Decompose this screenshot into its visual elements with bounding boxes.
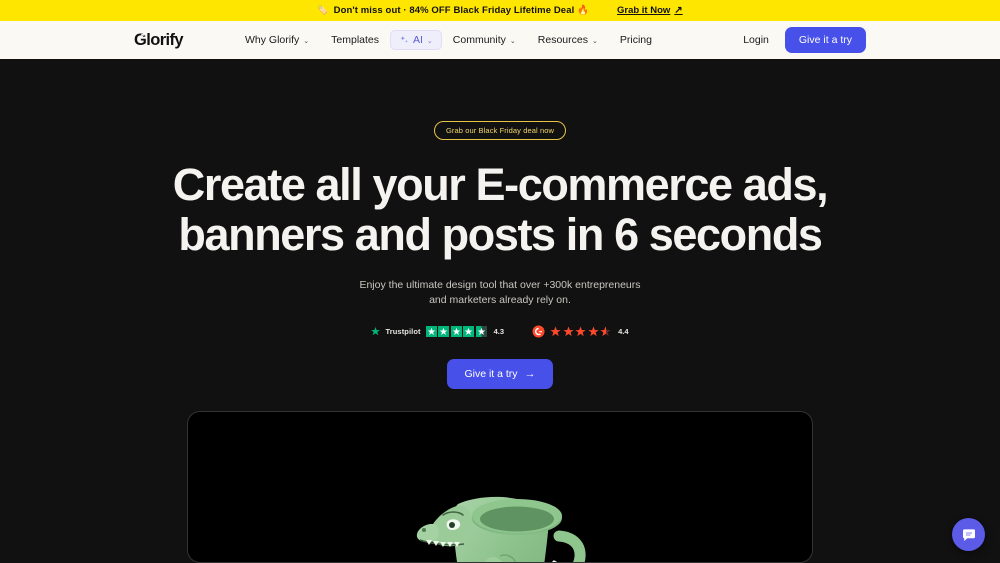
svg-text:Glorify: Glorify [134,31,184,49]
nav-links: Why Glorify ⌄ Templates AI ⌄ Community ⌄… [234,29,663,51]
chevron-down-icon: ⌄ [591,38,598,45]
g2-logo-icon [532,325,545,338]
arrow-right-icon: → [524,368,536,381]
tag-icon: 🏷️ [317,5,329,15]
chevron-down-icon: ⌄ [426,38,433,45]
nav-item-ai[interactable]: AI ⌄ [390,30,442,50]
nav-item-resources[interactable]: Resources ⌄ [527,29,609,51]
black-friday-badge[interactable]: Grab our Black Friday deal now [433,121,567,140]
external-link-arrow-icon: ↗ [674,5,683,16]
nav-label-templates: Templates [331,34,379,46]
page-title: Create all your E-commerce ads, banners … [172,159,829,261]
login-link[interactable]: Login [743,34,769,46]
hero-section: Grab our Black Friday deal now Create al… [0,59,1000,563]
hero-subtitle: Enjoy the ultimate design tool that over… [359,278,640,308]
trustpilot-rating[interactable]: Trustpilot 4.3 [371,326,505,338]
star-filled-icon [587,326,599,337]
nav-right-actions: Login Give it a try [743,27,866,53]
trustpilot-stars [425,326,487,338]
glorify-logo[interactable]: Glorify [134,31,192,49]
main-navbar: Glorify Why Glorify ⌄ Templates AI ⌄ Com… [0,21,1000,59]
hero-cta-label: Give it a try [464,368,518,381]
product-showcase-panel[interactable] [187,411,813,563]
g2-rating[interactable]: 4.4 [532,325,629,338]
trustpilot-score: 4.3 [493,327,505,337]
star-filled-icon [450,326,462,338]
nav-item-community[interactable]: Community ⌄ [442,29,527,51]
glorify-wordmark-icon: Glorify [134,31,185,49]
star-half-icon [475,326,487,338]
chevron-down-icon: ⌄ [509,38,516,45]
hero-title-line-2: banners and posts in 6 seconds [178,209,823,261]
star-half-icon [600,326,611,337]
promo-banner: 🏷️ Don't miss out · 84% OFF Black Friday… [0,0,1000,21]
hero-title-line-1: Create all your E-commerce ads, [172,159,829,210]
promo-message: 🏷️ Don't miss out · 84% OFF Black Friday… [317,5,589,16]
hero-give-it-a-try-button[interactable]: Give it a try → [447,359,553,390]
grab-it-now-label: Grab it Now [616,5,671,16]
g2-stars [550,326,611,337]
hero-subtitle-line-2: and marketers already rely on. [429,294,571,306]
g2-score: 4.4 [618,327,629,337]
nav-label-pricing: Pricing [619,34,652,46]
nav-item-pricing[interactable]: Pricing [609,29,663,51]
grab-it-now-link[interactable]: Grab it Now ↗ [617,5,683,16]
message-icon [962,528,975,541]
ratings-row: Trustpilot 4.3 4.4 [371,325,629,338]
promo-message-text: Don't miss out · 84% OFF Black Friday Li… [333,5,589,16]
star-filled-icon [463,326,475,338]
nav-label-ai: AI [413,34,423,46]
nav-label-resources: Resources [537,34,588,46]
star-filled-icon [438,326,450,338]
nav-label-why-glorify: Why Glorify [245,34,300,46]
star-filled-icon [575,326,586,337]
navbar-give-it-a-try-button[interactable]: Give it a try [784,27,866,53]
star-filled-icon [562,326,574,337]
trustpilot-star-icon [371,327,381,336]
nav-label-community: Community [452,34,506,46]
trustpilot-label: Trustpilot [385,327,421,337]
hero-subtitle-line-1: Enjoy the ultimate design tool that over… [359,278,641,291]
star-filled-icon [550,326,561,337]
star-filled-icon [425,326,437,338]
nav-item-why-glorify[interactable]: Why Glorify ⌄ [234,29,320,51]
chevron-down-icon: ⌄ [303,38,310,45]
dinosaur-mug-image [400,474,600,563]
nav-item-templates[interactable]: Templates [320,29,390,51]
chat-widget-button[interactable] [952,518,985,551]
sparkle-icon [399,35,409,45]
